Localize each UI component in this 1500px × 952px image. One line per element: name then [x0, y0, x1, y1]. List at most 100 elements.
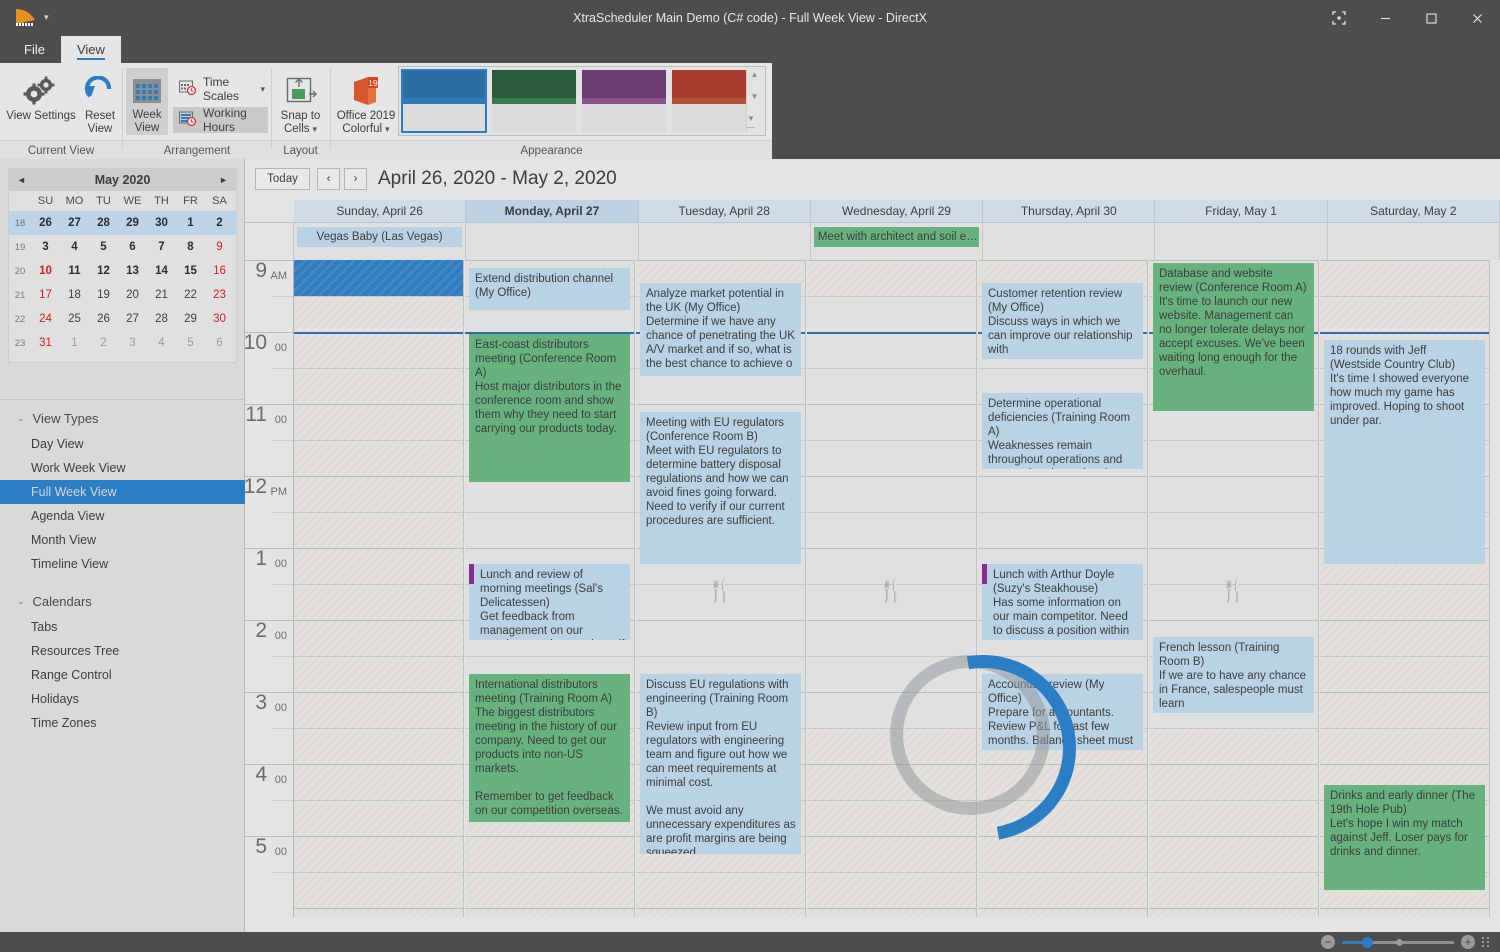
date-navigator-day[interactable]: 12: [89, 265, 118, 277]
week-number[interactable]: 21: [9, 290, 31, 301]
time-cell[interactable]: [294, 656, 463, 692]
sidebar-item-holidays[interactable]: Holidays: [0, 687, 245, 711]
date-navigator-day[interactable]: 1: [176, 217, 205, 229]
date-navigator-day[interactable]: 20: [118, 289, 147, 301]
time-cell[interactable]: [294, 728, 463, 764]
nav-group-header[interactable]: ⌄View Types: [0, 405, 245, 432]
time-cell[interactable]: [1320, 728, 1489, 764]
time-cell[interactable]: [294, 584, 463, 620]
week-number[interactable]: 23: [9, 338, 31, 349]
date-navigator-day[interactable]: 25: [60, 313, 89, 325]
date-navigator-day[interactable]: 19: [89, 289, 118, 301]
date-navigator-day[interactable]: 17: [31, 289, 60, 301]
time-cell[interactable]: [465, 836, 634, 872]
date-navigator-week-row[interactable]: 2117181920212223: [9, 283, 236, 307]
touch-mode-icon[interactable]: [1316, 0, 1362, 36]
day-header-5[interactable]: Friday, May 1: [1155, 200, 1327, 223]
chevron-down-icon[interactable]: ⌄: [17, 413, 25, 424]
date-navigator-day[interactable]: 15: [176, 265, 205, 277]
sidebar-item-day-view[interactable]: Day View: [0, 432, 245, 456]
date-navigator-day[interactable]: 5: [176, 337, 205, 349]
date-navigator-day[interactable]: 5: [89, 241, 118, 253]
time-cell[interactable]: [807, 872, 976, 908]
time-cell[interactable]: [1320, 584, 1489, 620]
appointment[interactable]: International distributors meeting (Trai…: [469, 674, 630, 822]
time-cell[interactable]: [636, 620, 805, 656]
date-navigator-day[interactable]: 27: [118, 313, 147, 325]
time-cell[interactable]: [1149, 440, 1318, 476]
date-navigator-day[interactable]: 6: [205, 337, 234, 349]
zoom-slider[interactable]: [1342, 941, 1454, 944]
time-cell[interactable]: [294, 296, 463, 332]
gallery-scroll-up-icon[interactable]: ▲: [751, 70, 759, 79]
time-cell[interactable]: [1320, 620, 1489, 656]
week-number[interactable]: 22: [9, 314, 31, 325]
time-cell[interactable]: [294, 548, 463, 584]
time-cell[interactable]: [294, 764, 463, 800]
time-cell[interactable]: [807, 404, 976, 440]
sidebar-item-timeline-view[interactable]: Timeline View: [0, 552, 245, 576]
time-cell[interactable]: [807, 728, 976, 764]
chevron-down-icon[interactable]: ⌄: [17, 596, 25, 607]
appointment[interactable]: Accountant review (My Office)Prepare for…: [982, 674, 1143, 750]
chevron-down-icon[interactable]: ▾: [260, 84, 265, 95]
day-header-1[interactable]: Monday, April 27: [466, 200, 638, 223]
date-navigator-day[interactable]: 14: [147, 265, 176, 277]
gallery-expand-icon[interactable]: ▼—: [747, 114, 762, 132]
appointment[interactable]: Database and website review (Conference …: [1153, 263, 1314, 411]
time-cell[interactable]: [1149, 728, 1318, 764]
time-cell[interactable]: [807, 296, 976, 332]
sidebar-item-resources-tree[interactable]: Resources Tree: [0, 639, 245, 663]
all-day-cell-2[interactable]: [639, 223, 811, 260]
time-cell[interactable]: [807, 800, 976, 836]
resize-grip-icon[interactable]: [1482, 937, 1490, 947]
time-cell[interactable]: [807, 692, 976, 728]
date-navigator-week-row[interactable]: 18262728293012: [9, 211, 236, 235]
appointment[interactable]: French lesson (Training Room B)If we are…: [1153, 637, 1314, 713]
time-cell[interactable]: [294, 836, 463, 872]
time-cell[interactable]: [978, 764, 1147, 800]
date-navigator-week-row[interactable]: 2010111213141516: [9, 259, 236, 283]
zoom-out-button[interactable]: −: [1321, 935, 1335, 949]
date-navigator-day[interactable]: 31: [31, 337, 60, 349]
date-navigator-day[interactable]: 30: [147, 217, 176, 229]
date-navigator-day[interactable]: 28: [147, 313, 176, 325]
zoom-control[interactable]: − +: [1321, 935, 1490, 949]
date-navigator-day[interactable]: 6: [118, 241, 147, 253]
zoom-slider-knob[interactable]: [1362, 937, 1373, 948]
day-header-2[interactable]: Tuesday, April 28: [639, 200, 811, 223]
tab-file[interactable]: File: [8, 36, 61, 63]
all-day-appointment[interactable]: Vegas Baby (Las Vegas): [297, 227, 462, 247]
time-cell[interactable]: [978, 512, 1147, 548]
time-cell[interactable]: [1320, 908, 1489, 917]
next-week-button[interactable]: ›: [344, 168, 367, 190]
all-day-appointment[interactable]: Meet with architect and soil e…: [814, 227, 979, 247]
time-cell[interactable]: [1149, 800, 1318, 836]
selected-time-cell[interactable]: [294, 260, 463, 296]
time-cell[interactable]: [1149, 764, 1318, 800]
time-cell[interactable]: [1149, 836, 1318, 872]
date-navigator-week-row[interactable]: 193456789: [9, 235, 236, 259]
time-cell[interactable]: [807, 368, 976, 404]
time-cell[interactable]: [636, 908, 805, 917]
sidebar-item-work-week-view[interactable]: Work Week View: [0, 456, 245, 480]
all-day-cell-1[interactable]: [466, 223, 638, 260]
all-day-cell-5[interactable]: [1155, 223, 1327, 260]
date-navigator-day[interactable]: 27: [60, 217, 89, 229]
date-navigator-day[interactable]: 24: [31, 313, 60, 325]
appointment[interactable]: Lunch with Arthur Doyle (Suzy's Steakhou…: [982, 564, 1143, 640]
time-cell[interactable]: [294, 332, 463, 368]
time-cell[interactable]: [294, 476, 463, 512]
all-day-cell-0[interactable]: Vegas Baby (Las Vegas): [294, 223, 466, 260]
date-navigator-day[interactable]: 23: [205, 289, 234, 301]
date-navigator-day[interactable]: 21: [147, 289, 176, 301]
gallery-scroll-down-icon[interactable]: ▼: [751, 92, 759, 101]
date-navigator-day[interactable]: 26: [89, 313, 118, 325]
week-number[interactable]: 20: [9, 266, 31, 277]
time-cell[interactable]: [807, 764, 976, 800]
date-navigator-day[interactable]: 11: [60, 265, 89, 277]
day-column-3[interactable]: 🍴: [807, 260, 977, 917]
time-cell[interactable]: [294, 620, 463, 656]
tab-view[interactable]: View: [61, 36, 121, 63]
appointment[interactable]: Extend distribution channel (My Office): [469, 268, 630, 310]
